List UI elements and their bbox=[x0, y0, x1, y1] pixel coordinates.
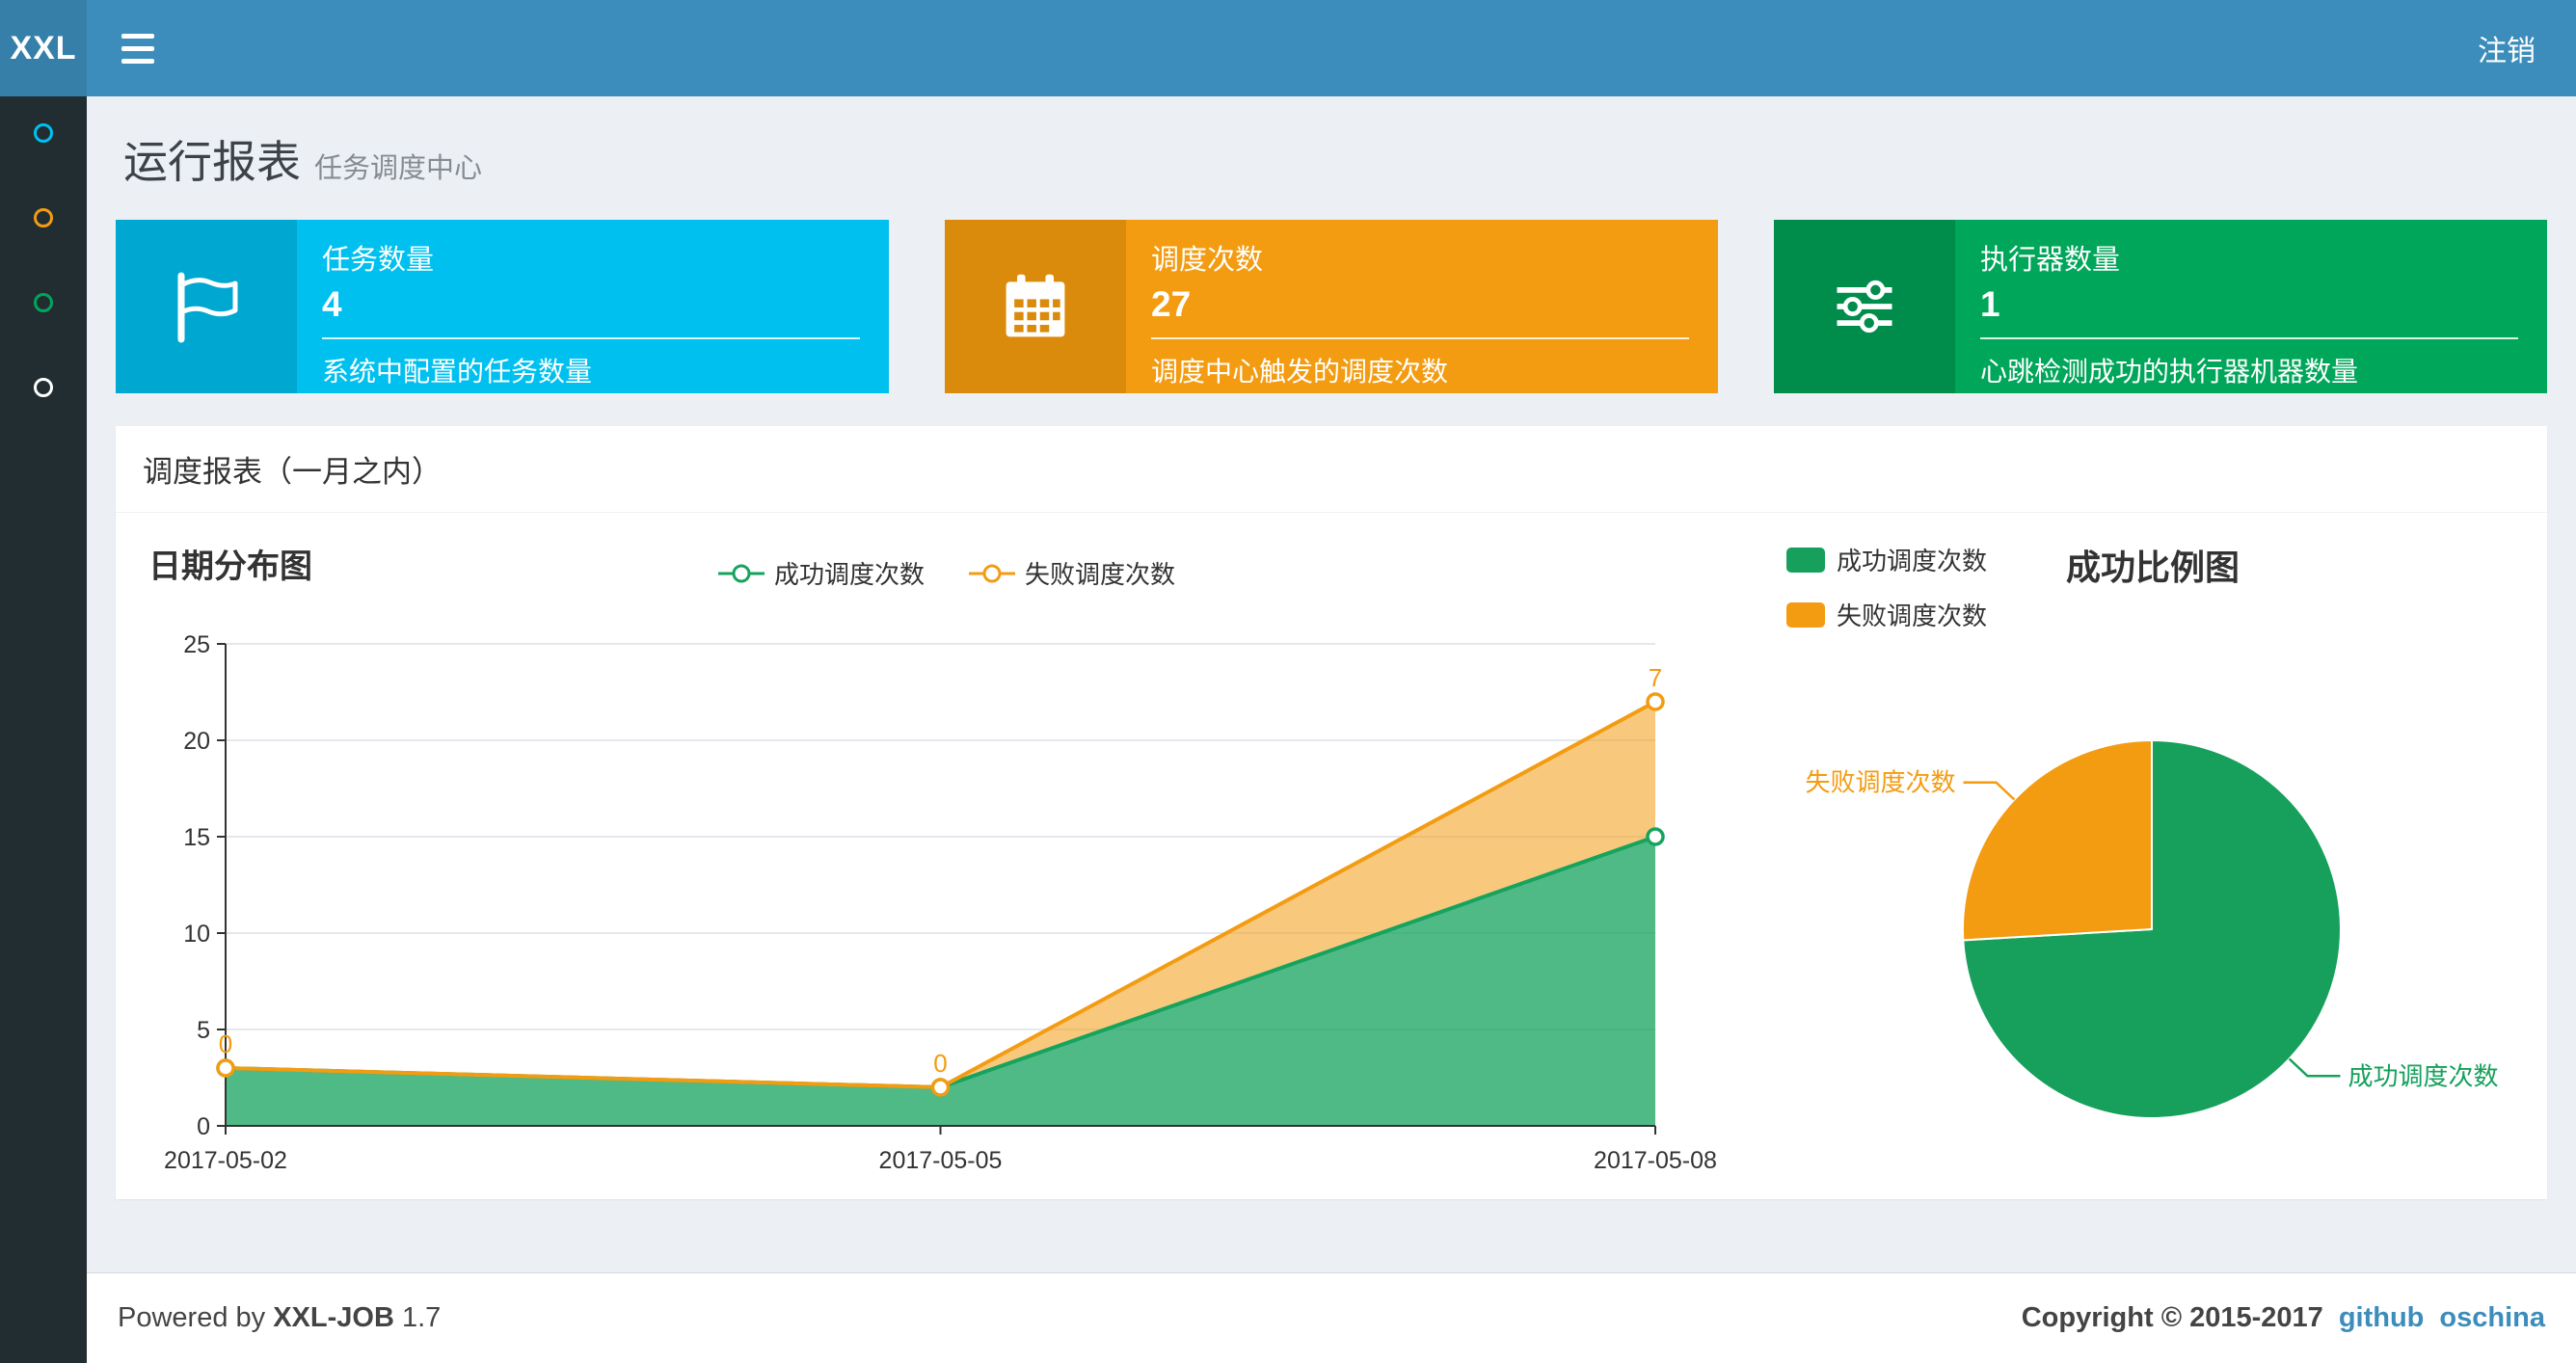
pie-legend-item-success[interactable]: 成功调度次数 bbox=[1786, 542, 1987, 577]
circle-icon[interactable] bbox=[34, 208, 53, 227]
footer: Powered by XXL-JOB 1.7 Copyright © 2015-… bbox=[87, 1272, 2576, 1363]
pie-chart-legend: 成功调度次数 失败调度次数 bbox=[1786, 542, 1987, 632]
y-tick-label: 20 bbox=[183, 728, 210, 755]
calendar-icon bbox=[945, 220, 1126, 393]
app-window: XXL 注销 运行报表 任务调度中心 任务数量 4 系统中配置的任务数量 调度次… bbox=[0, 0, 2576, 1363]
x-tick-label: 2017-05-08 bbox=[1594, 1147, 1717, 1174]
info-box-body: 执行器数量 1 心跳检测成功的执行器机器数量 bbox=[1955, 220, 2547, 393]
legend-label: 失败调度次数 bbox=[1025, 560, 1176, 589]
date-distribution-chart[interactable]: 05101520252017-05-02 2017-05-05 2017-05-08… bbox=[116, 605, 1774, 1199]
data-point[interactable] bbox=[1646, 692, 1665, 711]
info-box-divider bbox=[1980, 337, 2518, 339]
info-box-triggers: 调度次数 27 调度中心触发的调度次数 bbox=[945, 220, 1718, 393]
page-header: 运行报表 任务调度中心 bbox=[123, 127, 2547, 191]
navbar-content: 注销 bbox=[87, 0, 2576, 96]
report-panel: 调度报表（一月之内） 日期分布图 成功调度次数 失败调度次数 0 5 10 15… bbox=[116, 426, 2547, 1199]
info-box-divider bbox=[1151, 337, 1689, 339]
legend-swatch bbox=[1786, 547, 1825, 573]
point-label: 0 bbox=[933, 1049, 947, 1078]
info-box-row: 任务数量 4 系统中配置的任务数量 调度次数 27 调度中心触发的调度次数 执行… bbox=[116, 220, 2547, 393]
legend-label: 失败调度次数 bbox=[1837, 601, 1988, 630]
line-chart-legend: 成功调度次数 失败调度次数 bbox=[718, 555, 1175, 591]
line-chart-title: 日期分布图 bbox=[148, 548, 312, 585]
success-ratio-pie-chart[interactable]: 成功调度次数 失败调度次数 bbox=[1755, 638, 2564, 1178]
info-box-body: 调度次数 27 调度中心触发的调度次数 bbox=[1126, 220, 1718, 393]
info-box-value: 27 bbox=[1151, 284, 1192, 324]
info-box-value: 4 bbox=[322, 284, 342, 324]
brand-name: XXL-JOB bbox=[273, 1302, 394, 1333]
panel-title: 调度报表（一月之内） bbox=[116, 426, 2547, 513]
copyright-text: Copyright © 2015-2017 bbox=[2021, 1302, 2323, 1333]
circle-icon[interactable] bbox=[34, 123, 53, 143]
info-box-jobs: 任务数量 4 系统中配置的任务数量 bbox=[116, 220, 889, 393]
y-tick-label: 10 bbox=[183, 921, 210, 948]
info-box-divider bbox=[322, 337, 860, 339]
point-label: 7 bbox=[1649, 663, 1662, 692]
legend-label: 成功调度次数 bbox=[774, 560, 926, 589]
legend-item-success[interactable]: 成功调度次数 bbox=[718, 555, 925, 591]
info-box-executors: 执行器数量 1 心跳检测成功的执行器机器数量 bbox=[1774, 220, 2547, 393]
data-point[interactable] bbox=[1646, 827, 1665, 846]
point-label: 0 bbox=[219, 1029, 232, 1058]
y-tick-label: 15 bbox=[183, 824, 210, 851]
x-tick-label: 2017-05-05 bbox=[879, 1147, 1003, 1174]
powered-prefix: Powered by bbox=[118, 1302, 266, 1333]
info-box-desc: 系统中配置的任务数量 bbox=[322, 357, 593, 387]
info-box-value: 1 bbox=[1980, 284, 2000, 324]
page-subtitle: 任务调度中心 bbox=[314, 153, 483, 184]
info-box-title: 任务数量 bbox=[322, 245, 435, 276]
page-title: 运行报表 bbox=[123, 137, 301, 187]
xxl-logo[interactable]: XXL bbox=[0, 0, 87, 96]
info-box-desc: 心跳检测成功的执行器机器数量 bbox=[1980, 357, 2359, 387]
hamburger-icon bbox=[121, 45, 154, 51]
panel-body: 日期分布图 成功调度次数 失败调度次数 0 5 10 15 20 25 2017… bbox=[116, 513, 2547, 1199]
pie-slice-label: 失败调度次数 bbox=[1806, 768, 1956, 797]
circle-icon[interactable] bbox=[34, 293, 53, 312]
pie-label-line bbox=[2288, 1057, 2341, 1078]
sidebar bbox=[0, 96, 87, 1363]
y-tick-label: 5 bbox=[197, 1017, 210, 1044]
data-point[interactable] bbox=[216, 1058, 235, 1078]
top-navbar: XXL 注销 bbox=[0, 0, 2576, 96]
logout-button[interactable]: 注销 bbox=[2472, 27, 2541, 69]
info-box-body: 任务数量 4 系统中配置的任务数量 bbox=[297, 220, 889, 393]
oschina-link[interactable]: oschina bbox=[2439, 1302, 2545, 1334]
pie-chart-title: 成功比例图 bbox=[2066, 548, 2241, 587]
info-box-desc: 调度中心触发的调度次数 bbox=[1151, 357, 1449, 387]
info-box-title: 执行器数量 bbox=[1980, 245, 2121, 276]
data-point[interactable] bbox=[930, 1078, 951, 1097]
legend-label: 成功调度次数 bbox=[1837, 547, 1988, 575]
legend-swatch bbox=[1786, 601, 1825, 628]
main-content: 运行报表 任务调度中心 任务数量 4 系统中配置的任务数量 调度次数 27 调度… bbox=[87, 96, 2576, 1199]
circle-icon[interactable] bbox=[34, 378, 53, 397]
pie-slice[interactable] bbox=[1961, 738, 2153, 942]
legend-item-fail[interactable]: 失败调度次数 bbox=[969, 555, 1175, 591]
pie-legend-item-fail[interactable]: 失败调度次数 bbox=[1786, 597, 1987, 632]
hamburger-icon bbox=[121, 58, 154, 64]
x-tick-label: 2017-05-02 bbox=[164, 1147, 287, 1174]
footer-right: Copyright © 2015-2017 github oschina bbox=[2022, 1302, 2545, 1334]
pie-label-line bbox=[1963, 781, 2016, 801]
hamburger-icon bbox=[121, 33, 154, 39]
line-marker-icon bbox=[718, 564, 765, 582]
info-box-title: 调度次数 bbox=[1151, 245, 1264, 276]
powered-by: Powered by XXL-JOB 1.7 bbox=[118, 1302, 441, 1334]
line-marker-icon bbox=[969, 564, 1016, 582]
version-label: 1.7 bbox=[401, 1302, 442, 1333]
menu-toggle-button[interactable] bbox=[121, 32, 164, 65]
flag-icon bbox=[116, 220, 297, 393]
y-tick-label: 0 bbox=[197, 1113, 210, 1140]
github-link[interactable]: github bbox=[2339, 1302, 2425, 1334]
pie-slice-label: 成功调度次数 bbox=[2348, 1061, 2498, 1090]
y-tick-label: 25 bbox=[183, 631, 210, 658]
sliders-icon bbox=[1774, 220, 1955, 393]
